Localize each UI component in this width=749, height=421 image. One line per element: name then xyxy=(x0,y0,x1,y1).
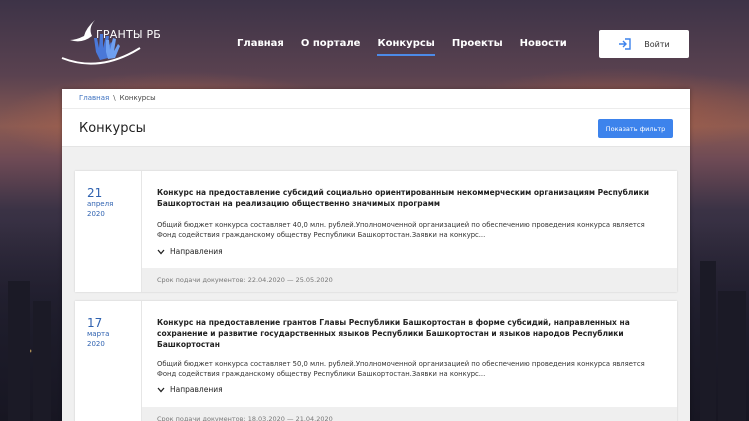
contest-deadline: Срок подачи документов: 22.04.2020 — 25.… xyxy=(142,268,677,292)
nav-item-contests[interactable]: Конкурсы xyxy=(377,38,436,56)
contest-deadline: Срок подачи документов: 18.03.2020 — 21.… xyxy=(142,407,677,421)
contests-panel: Главная \ Конкурсы Конкурсы Показать фил… xyxy=(62,89,690,421)
divider xyxy=(62,108,690,109)
logo-text: ГРАНТЫ РБ xyxy=(96,28,162,41)
date-year: 2020 xyxy=(87,340,105,348)
login-button[interactable]: Войти xyxy=(599,30,689,58)
breadcrumb-current: Конкурсы xyxy=(119,94,156,102)
breadcrumb-separator: \ xyxy=(113,94,116,102)
logo[interactable] xyxy=(60,18,160,70)
date-month: марта xyxy=(87,330,110,338)
contest-card[interactable]: 21 апреля 2020 Конкурс на предоставление… xyxy=(75,171,677,292)
contest-title[interactable]: Конкурс на предоставление субсидий социа… xyxy=(157,187,663,209)
contest-description: Общий бюджет конкурса составляет 50,0 мл… xyxy=(157,360,645,378)
chevron-down-icon xyxy=(157,249,165,254)
show-filter-button[interactable]: Показать фильтр xyxy=(598,119,673,138)
directions-toggle[interactable]: Направления xyxy=(157,247,663,256)
contest-title[interactable]: Конкурс на предоставление грантов Главы … xyxy=(157,317,663,350)
directions-label: Направления xyxy=(170,385,223,394)
logo-hands-icon xyxy=(61,20,141,65)
nav-item-about[interactable]: О портале xyxy=(301,38,361,54)
nav-item-home[interactable]: Главная xyxy=(237,38,284,54)
panel-header: Главная \ Конкурсы Конкурсы Показать фил… xyxy=(62,89,690,147)
chevron-down-icon xyxy=(157,387,165,392)
date-year: 2020 xyxy=(87,210,105,218)
breadcrumb: Главная \ Конкурсы xyxy=(79,94,156,102)
nav-item-projects[interactable]: Проекты xyxy=(452,38,503,54)
date-day: 21 xyxy=(87,186,103,200)
contest-date: 21 апреля 2020 xyxy=(75,171,142,292)
contest-body: Конкурс на предоставление субсидий социа… xyxy=(157,171,663,256)
site-header: ГРАНТЫ РБ Главная О портале Конкурсы Про… xyxy=(0,0,749,88)
login-label: Войти xyxy=(644,39,670,49)
nav-item-news[interactable]: Новости xyxy=(520,38,567,54)
contest-description: Общий бюджет конкурса составляет 40,0 мл… xyxy=(157,221,645,239)
contest-body: Конкурс на предоставление грантов Главы … xyxy=(157,301,663,394)
page-title: Конкурсы xyxy=(79,121,146,136)
directions-label: Направления xyxy=(170,247,223,256)
date-month: апреля xyxy=(87,200,114,208)
contest-card[interactable]: 17 марта 2020 Конкурс на предоставление … xyxy=(75,301,677,421)
date-day: 17 xyxy=(87,316,103,330)
contest-date: 17 марта 2020 xyxy=(75,301,142,421)
breadcrumb-home[interactable]: Главная xyxy=(79,94,109,102)
main-nav: Главная О портале Конкурсы Проекты Новос… xyxy=(237,38,584,56)
login-icon xyxy=(619,38,631,50)
directions-toggle[interactable]: Направления xyxy=(157,385,663,394)
